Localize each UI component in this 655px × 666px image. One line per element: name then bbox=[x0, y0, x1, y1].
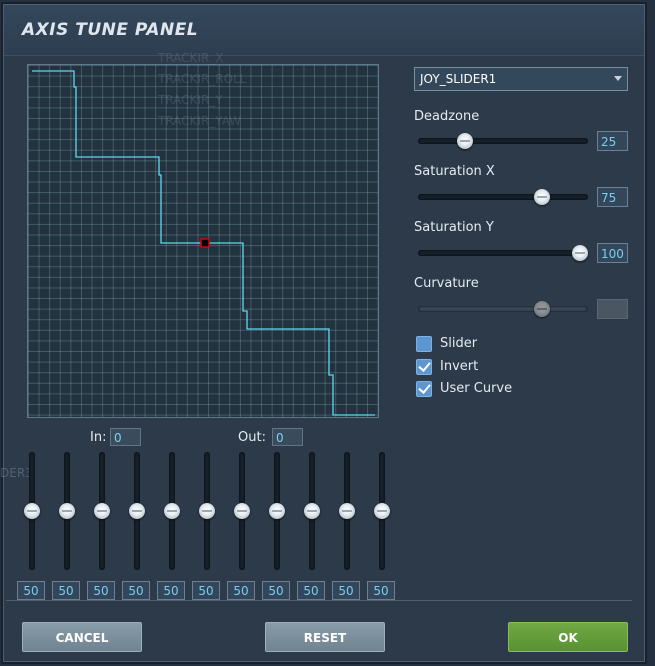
curve-point-slider[interactable] bbox=[372, 452, 392, 570]
slider-knob[interactable] bbox=[534, 189, 550, 205]
curve-point-slider[interactable] bbox=[302, 452, 322, 570]
deadzone-slider[interactable] bbox=[418, 131, 588, 151]
in-value-field[interactable]: 0 bbox=[110, 428, 141, 446]
curve-point-value-field[interactable]: 50 bbox=[52, 581, 80, 600]
curve-point-slider[interactable] bbox=[92, 452, 112, 570]
curve-point-value-field[interactable]: 50 bbox=[17, 581, 45, 600]
curvature-value-field[interactable] bbox=[597, 299, 628, 319]
in-label: In: bbox=[90, 430, 107, 445]
ghost-item: TRACKIR_YAW bbox=[158, 114, 242, 128]
out-label: Out: bbox=[238, 430, 266, 445]
curve-point-slider[interactable] bbox=[337, 452, 357, 570]
out-value-field[interactable]: 0 bbox=[272, 428, 303, 446]
curve-point-value-field[interactable]: 50 bbox=[87, 581, 115, 600]
current-position-marker bbox=[200, 238, 210, 248]
slider-track bbox=[418, 138, 588, 144]
slider-knob[interactable] bbox=[59, 503, 75, 519]
invert-checkbox[interactable] bbox=[416, 359, 432, 375]
ghost-item: TRACKIR_Y bbox=[158, 93, 223, 107]
slider-track bbox=[418, 250, 588, 256]
slider-knob[interactable] bbox=[164, 503, 180, 519]
invert-option-label: Invert bbox=[440, 359, 479, 374]
curve-point-slider[interactable] bbox=[127, 452, 147, 570]
slider-knob[interactable] bbox=[129, 503, 145, 519]
curvature-label: Curvature bbox=[414, 276, 479, 291]
slider-knob[interactable] bbox=[24, 503, 40, 519]
saturation-y-label: Saturation Y bbox=[414, 220, 494, 235]
slider-knob[interactable] bbox=[199, 503, 215, 519]
chevron-down-icon bbox=[614, 76, 622, 81]
saturation-x-label: Saturation X bbox=[414, 164, 495, 179]
saturation-y-slider[interactable] bbox=[418, 243, 588, 263]
slider-knob[interactable] bbox=[534, 301, 550, 317]
curve-point-value-field[interactable]: 50 bbox=[227, 581, 255, 600]
curvature-slider[interactable] bbox=[418, 299, 588, 319]
slider-knob[interactable] bbox=[339, 503, 355, 519]
slider-track bbox=[418, 306, 588, 312]
curve-point-value-field[interactable]: 50 bbox=[122, 581, 150, 600]
cancel-button[interactable]: CANCEL bbox=[22, 622, 142, 652]
title-bar: AXIS TUNE PANEL bbox=[4, 5, 644, 56]
reset-button[interactable]: RESET bbox=[265, 622, 385, 652]
ghost-axis-list: TRACKIR_X TRACKIR_ROLL TRACKIR_Y TRACKIR… bbox=[158, 48, 278, 132]
curve-point-value-field[interactable]: 50 bbox=[297, 581, 325, 600]
saturation-x-value-field[interactable]: 75 bbox=[597, 187, 628, 207]
curve-point-value-field[interactable]: 50 bbox=[332, 581, 360, 600]
slider-knob[interactable] bbox=[374, 503, 390, 519]
saturation-x-slider[interactable] bbox=[418, 187, 588, 207]
curve-point-slider[interactable] bbox=[232, 452, 252, 570]
panel-title: AXIS TUNE PANEL bbox=[22, 20, 199, 40]
axis-select-value: JOY_SLIDER1 bbox=[420, 72, 497, 86]
curve-point-slider[interactable] bbox=[267, 452, 287, 570]
ghost-item: TRACKIR_ROLL bbox=[158, 72, 247, 86]
curve-point-slider[interactable] bbox=[197, 452, 217, 570]
curve-point-value-field[interactable]: 50 bbox=[262, 581, 290, 600]
ok-button[interactable]: OK bbox=[508, 622, 628, 652]
user-curve-checkbox[interactable] bbox=[416, 381, 432, 397]
slider-checkbox[interactable] bbox=[416, 336, 432, 352]
slider-knob[interactable] bbox=[457, 133, 473, 149]
curve-point-value-field[interactable]: 50 bbox=[192, 581, 220, 600]
ghost-item: TRACKIR_X bbox=[158, 51, 224, 65]
curve-point-slider[interactable] bbox=[162, 452, 182, 570]
axis-select-dropdown[interactable]: JOY_SLIDER1 bbox=[414, 67, 628, 91]
slider-option-label: Slider bbox=[440, 336, 478, 351]
deadzone-label: Deadzone bbox=[414, 109, 480, 124]
deadzone-value-field[interactable]: 25 bbox=[597, 131, 628, 151]
curve-point-slider[interactable] bbox=[57, 452, 77, 570]
curve-point-value-field[interactable]: 50 bbox=[367, 581, 395, 600]
divider bbox=[6, 600, 632, 601]
curve-point-value-field[interactable]: 50 bbox=[157, 581, 185, 600]
user-curve-option-label: User Curve bbox=[440, 381, 513, 396]
slider-knob[interactable] bbox=[269, 503, 285, 519]
saturation-y-value-field[interactable]: 100 bbox=[597, 243, 628, 263]
slider-knob[interactable] bbox=[234, 503, 250, 519]
slider-knob[interactable] bbox=[304, 503, 320, 519]
curve-point-slider[interactable] bbox=[22, 452, 42, 570]
slider-knob[interactable] bbox=[572, 245, 588, 261]
slider-track bbox=[418, 194, 588, 200]
slider-knob[interactable] bbox=[94, 503, 110, 519]
